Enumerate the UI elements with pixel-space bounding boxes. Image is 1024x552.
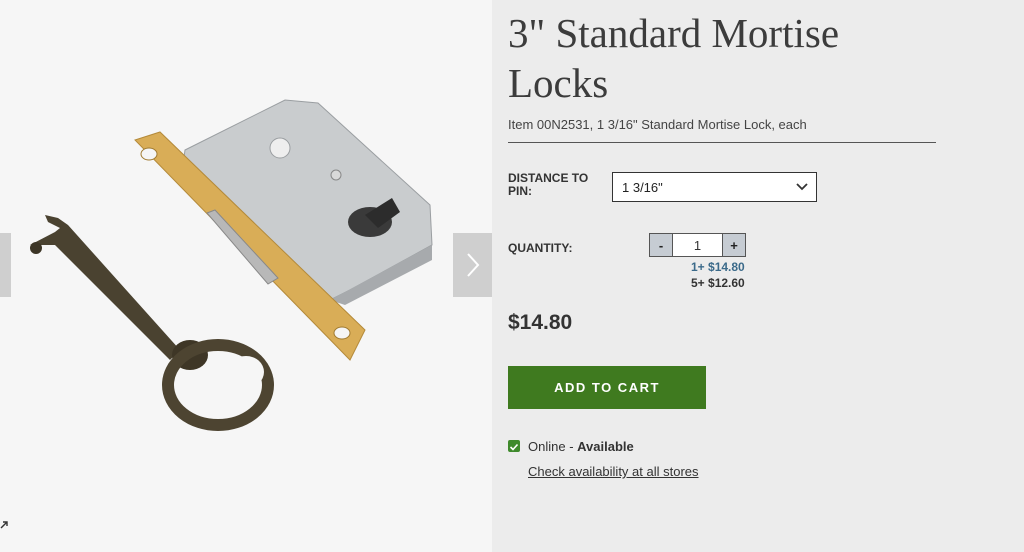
product-image	[30, 99, 433, 431]
gallery-next-button[interactable]	[453, 233, 492, 297]
distance-to-pin-select[interactable]: 1 3/16"	[612, 172, 817, 202]
availability-status: Online - Available	[528, 439, 634, 454]
gallery-prev-button[interactable]	[0, 233, 11, 297]
distance-to-pin-value: 1 3/16"	[622, 179, 663, 195]
chevron-right-icon	[466, 253, 479, 277]
check-stores-link[interactable]: Check availability at all stores	[528, 464, 699, 479]
divider	[508, 142, 936, 143]
quantity-input[interactable]: 1	[673, 233, 722, 257]
quantity-label: QUANTITY:	[508, 241, 573, 255]
quantity-stepper: - 1 +	[649, 233, 746, 257]
price-tier-1: 1+ $14.80	[691, 260, 745, 274]
quantity-decrease-button[interactable]: -	[649, 233, 673, 257]
availability-separator: -	[565, 439, 578, 454]
quantity-increase-button[interactable]: +	[722, 233, 746, 257]
item-description: Item 00N2531, 1 3/16" Standard Mortise L…	[508, 117, 807, 132]
availability-channel: Online	[528, 439, 566, 454]
product-details: 3" Standard Mortise Locks Item 00N2531, …	[492, 0, 1024, 552]
product-title: 3" Standard Mortise Locks	[508, 10, 840, 106]
availability-check-icon	[508, 440, 520, 452]
distance-to-pin-label: DISTANCE TO PIN:	[508, 171, 589, 198]
expand-arrow-icon[interactable]	[0, 519, 10, 529]
add-to-cart-button[interactable]: ADD TO CART	[508, 366, 706, 409]
product-price: $14.80	[508, 311, 573, 334]
chevron-down-icon	[796, 183, 808, 191]
product-gallery	[0, 0, 492, 552]
availability-value: Available	[577, 439, 634, 454]
price-tier-2: 5+ $12.60	[691, 276, 745, 290]
